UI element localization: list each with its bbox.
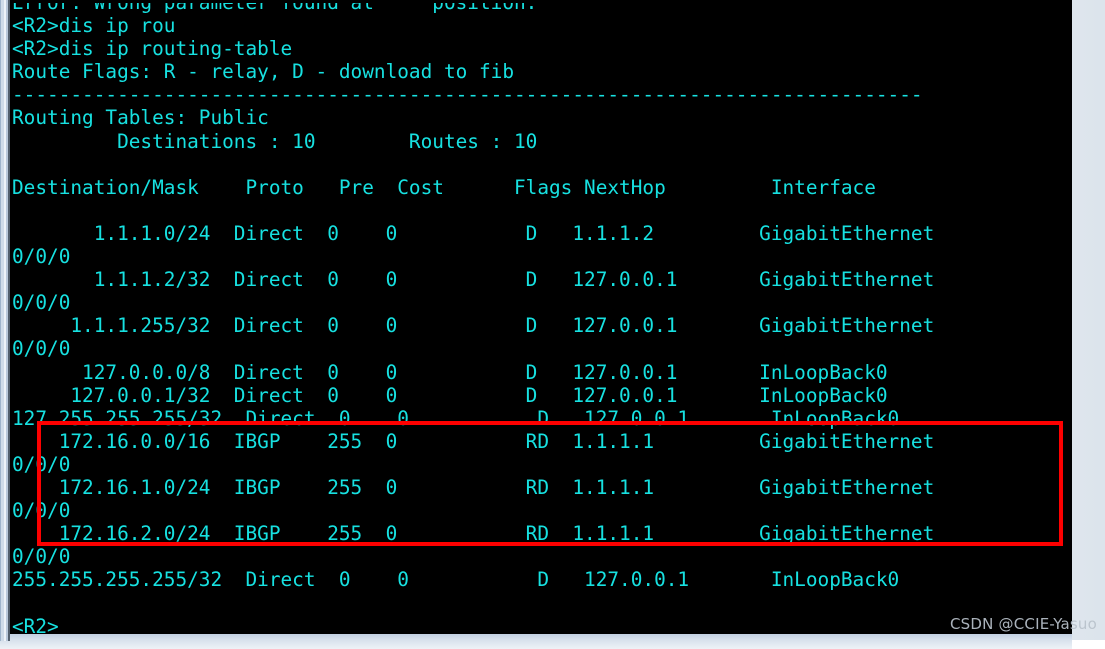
window-frame-bottom-edge	[0, 632, 1072, 649]
watermark-text: CSDN @CCIE-Yasuo	[949, 615, 1097, 633]
window-frame-corner-filler	[1072, 640, 1105, 649]
console-text: Error: Wrong parameter found at position…	[12, 0, 935, 634]
console-top-clip-mask	[10, 0, 1072, 3]
console-output-area[interactable]: Error: Wrong parameter found at position…	[10, 0, 1072, 634]
terminal-window: Error: Wrong parameter found at position…	[0, 0, 1105, 649]
vertical-scrollbar[interactable]	[0, 0, 10, 641]
